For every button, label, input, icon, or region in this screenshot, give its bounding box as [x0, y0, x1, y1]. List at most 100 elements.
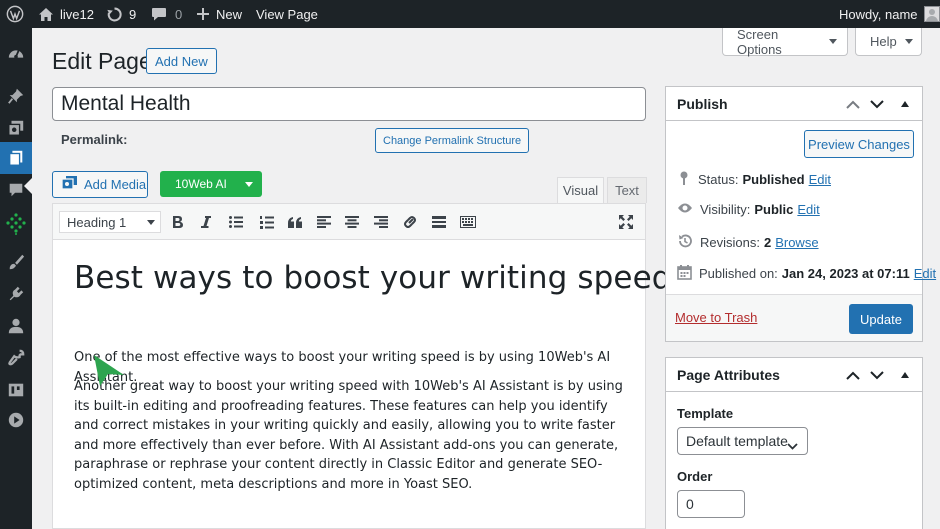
- wordpress-logo-icon[interactable]: [6, 0, 24, 28]
- edit-visibility-link[interactable]: Edit: [797, 202, 819, 217]
- format-select[interactable]: Heading 1: [59, 211, 161, 233]
- updates-icon: [106, 6, 123, 23]
- admin-bar: live12 9 0 New View Page Howdy, name: [0, 0, 940, 28]
- appearance-brush-icon[interactable]: [0, 246, 32, 278]
- updates-link[interactable]: 9: [106, 0, 136, 28]
- status-row: Status: Published Edit: [677, 170, 831, 189]
- bold-icon[interactable]: [166, 210, 190, 234]
- tab-text[interactable]: Text: [607, 177, 647, 203]
- comments-count: 0: [175, 6, 183, 22]
- align-left-icon[interactable]: [312, 210, 336, 234]
- update-button[interactable]: Update: [849, 304, 913, 334]
- visibility-label: Visibility:: [700, 202, 751, 217]
- plugins-icon[interactable]: [0, 278, 32, 310]
- order-input[interactable]: 0: [677, 490, 745, 518]
- tools-wrench-icon[interactable]: [0, 342, 32, 374]
- chevron-up-icon[interactable]: [845, 96, 861, 112]
- pages-icon[interactable]: [0, 142, 32, 174]
- page-attributes-header: Page Attributes: [666, 358, 922, 392]
- content-paragraph: Another great way to boost your writing …: [74, 379, 623, 492]
- template-select[interactable]: Default template: [677, 427, 808, 455]
- page-attributes-box: Page Attributes Template Default templat…: [665, 357, 923, 529]
- revisions-row: Revisions: 2 Browse: [677, 233, 819, 252]
- revisions-icon: [677, 233, 693, 252]
- fullscreen-icon[interactable]: [614, 210, 638, 234]
- view-page-link[interactable]: View Page: [256, 0, 318, 28]
- read-more-icon[interactable]: [427, 210, 451, 234]
- format-select-value: Heading 1: [67, 214, 127, 230]
- browse-revisions-link[interactable]: Browse: [775, 235, 818, 250]
- status-value: Published: [742, 172, 805, 187]
- play-icon[interactable]: [0, 404, 32, 436]
- template-select-value: Default template: [686, 433, 788, 449]
- chevron-down-icon: [787, 437, 798, 453]
- new-content-link[interactable]: New: [196, 0, 242, 28]
- visibility-row: Visibility: Public Edit: [677, 202, 820, 217]
- site-name-link[interactable]: live12: [38, 0, 94, 28]
- edit-status-link[interactable]: Edit: [809, 172, 831, 187]
- avatar: [923, 6, 940, 22]
- chevron-down-icon: [147, 220, 155, 225]
- toggle-panel-icon[interactable]: [897, 96, 913, 112]
- media-icon: [61, 175, 79, 194]
- blockquote-icon[interactable]: [283, 210, 307, 234]
- posts-pin-icon[interactable]: [0, 80, 32, 112]
- post-title-input[interactable]: Mental Health: [52, 87, 646, 121]
- revisions-value: 2: [763, 235, 772, 250]
- 10web-ai-dropdown-button[interactable]: 10Web AI: [160, 171, 262, 197]
- edit-date-link[interactable]: Edit: [914, 266, 936, 281]
- published-on-value: Jan 24, 2023 at 07:11: [781, 266, 910, 281]
- link-icon[interactable]: [398, 210, 422, 234]
- published-on-row: Published on: Jan 24, 2023 at 07:11 Edit: [677, 264, 936, 283]
- admin-side-menu: [0, 28, 32, 529]
- toolbar-toggle-icon[interactable]: [456, 210, 480, 234]
- caret-down-icon: [904, 39, 913, 44]
- calendar-icon: [677, 264, 692, 283]
- move-to-trash-link[interactable]: Move to Trash: [675, 310, 757, 325]
- toggle-panel-icon[interactable]: [897, 367, 913, 383]
- editor-toolbar: Heading 1: [53, 204, 645, 240]
- revisions-label: Revisions:: [700, 235, 760, 250]
- dashboard-icon[interactable]: [0, 38, 32, 70]
- help-label: Help: [870, 34, 897, 49]
- permalink-label: Permalink:: [61, 132, 128, 147]
- users-icon[interactable]: [0, 310, 32, 342]
- plus-icon: [196, 7, 210, 21]
- site-name: live12: [60, 6, 94, 22]
- numbered-list-icon[interactable]: [255, 210, 279, 234]
- screen-options-button[interactable]: Screen Options: [722, 27, 848, 57]
- add-media-button[interactable]: Add Media: [52, 171, 148, 198]
- align-right-icon[interactable]: [369, 210, 393, 234]
- chevron-down-icon[interactable]: [869, 96, 885, 112]
- comments-menu-icon[interactable]: [0, 174, 32, 206]
- comments-icon: [151, 7, 167, 22]
- chevron-up-icon[interactable]: [845, 367, 861, 383]
- content-heading: Best ways to boost your writing speed: [74, 260, 672, 296]
- updates-count: 9: [129, 6, 137, 22]
- change-permalink-button[interactable]: Change Permalink Structure: [375, 128, 530, 153]
- align-center-icon[interactable]: [340, 210, 364, 234]
- visibility-value: Public: [754, 202, 794, 217]
- add-new-button[interactable]: Add New: [146, 48, 217, 74]
- comments-link[interactable]: 0: [151, 0, 182, 28]
- media-icon[interactable]: [0, 112, 32, 144]
- settings-icon[interactable]: [0, 374, 32, 406]
- publish-box-title: Publish: [677, 95, 728, 112]
- chevron-down-icon[interactable]: [869, 367, 885, 383]
- publish-box: Publish Preview Changes Status: Publishe…: [665, 86, 936, 342]
- help-button[interactable]: Help: [855, 28, 922, 56]
- tab-visual[interactable]: Visual: [557, 177, 604, 203]
- bullet-list-icon[interactable]: [224, 210, 248, 234]
- new-label: New: [216, 6, 243, 22]
- publish-box-header: Publish: [666, 87, 922, 121]
- template-label: Template: [677, 406, 734, 421]
- page-title: Edit Page: [52, 48, 152, 74]
- page-attributes-title: Page Attributes: [677, 366, 780, 383]
- caret-down-icon: [244, 181, 253, 187]
- preview-changes-button[interactable]: Preview Changes: [804, 130, 914, 158]
- italic-icon[interactable]: [194, 210, 218, 234]
- caret-down-icon: [829, 39, 837, 44]
- order-label: Order: [677, 469, 713, 484]
- 10web-icon[interactable]: [0, 208, 32, 240]
- my-account-link[interactable]: Howdy, name: [839, 0, 940, 28]
